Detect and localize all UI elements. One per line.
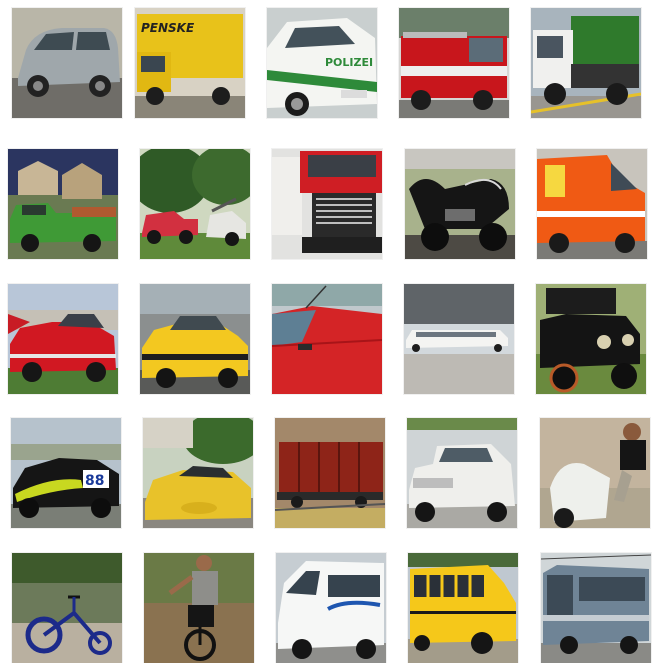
motorcycle-icon <box>405 149 515 259</box>
race-car-icon: 88 <box>11 418 121 528</box>
school-bus-icon <box>408 553 518 663</box>
pickup-truck-icon <box>8 149 118 259</box>
tile-school-bus <box>408 553 518 663</box>
tricycle-icon <box>12 553 122 663</box>
unicycle-icon <box>144 553 254 663</box>
vintage-car-icon <box>536 284 646 394</box>
minibus-icon <box>276 553 386 663</box>
tile-minibus <box>276 553 386 663</box>
tile-sports-car <box>143 418 253 528</box>
image-grid: PENSKE POLIZEI 88 <box>0 0 652 663</box>
tile-sedan <box>407 418 517 528</box>
tile-semi-truck <box>272 149 382 259</box>
tile-taxi <box>140 284 250 394</box>
tile-pickup-truck <box>8 149 118 259</box>
classic-car-icon <box>8 284 118 394</box>
sports-car-icon <box>143 418 253 528</box>
tile-race-car: 88 <box>11 418 121 528</box>
tile-ambulance <box>537 149 647 259</box>
tile-police-car: POLIZEI <box>267 8 377 118</box>
trolleybus-icon <box>541 553 651 663</box>
garbage-truck-icon <box>531 8 641 118</box>
police-car-icon: POLIZEI <box>267 8 377 118</box>
car-detail-icon <box>272 284 382 394</box>
minivan-icon <box>12 8 122 118</box>
scooter-icon <box>540 418 650 528</box>
sedan-icon <box>407 418 517 528</box>
tile-freight-wagon <box>275 418 385 528</box>
tile-limousine <box>404 284 514 394</box>
tile-unicycle <box>144 553 254 663</box>
limousine-icon <box>404 284 514 394</box>
tow-truck-icon <box>140 149 250 259</box>
tile-tricycle <box>12 553 122 663</box>
tile-minivan <box>12 8 122 118</box>
tile-tow-truck <box>140 149 250 259</box>
tile-car-detail <box>272 284 382 394</box>
ambulance-icon <box>537 149 647 259</box>
tile-vintage-car <box>536 284 646 394</box>
tile-classic-car <box>8 284 118 394</box>
taxi-icon <box>140 284 250 394</box>
tile-garbage-truck <box>531 8 641 118</box>
freight-wagon-icon <box>275 418 385 528</box>
tile-box-truck: PENSKE <box>135 8 245 118</box>
tile-motorcycle <box>405 149 515 259</box>
tile-fire-truck <box>399 8 509 118</box>
box-truck-icon: PENSKE <box>135 8 245 118</box>
race-number-text: 88 <box>85 473 104 489</box>
tile-trolleybus <box>541 553 651 663</box>
fire-truck-icon <box>399 8 509 118</box>
police-text: POLIZEI <box>325 56 373 69</box>
semi-truck-icon <box>272 149 382 259</box>
truck-brand-text: PENSKE <box>141 21 195 35</box>
tile-scooter <box>540 418 650 528</box>
